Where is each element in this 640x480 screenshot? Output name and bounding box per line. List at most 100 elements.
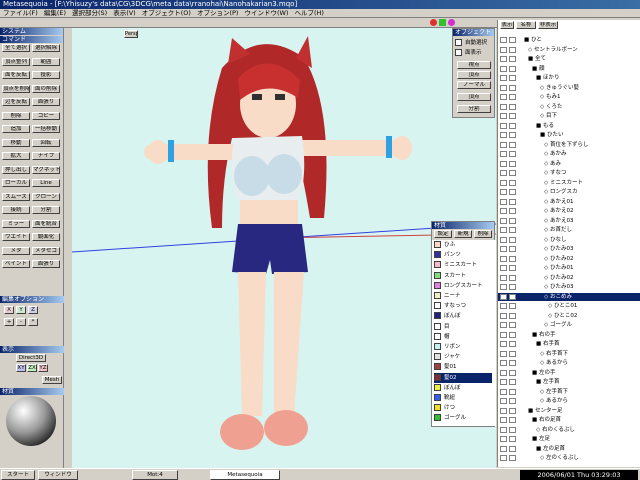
visibility-checkbox[interactable] bbox=[500, 170, 507, 176]
material-item[interactable]: 靴紐 bbox=[434, 393, 492, 403]
option-b[interactable]: - bbox=[16, 318, 26, 326]
material-item[interactable]: 帽 bbox=[434, 332, 492, 342]
viewport-mode-label[interactable]: Persp bbox=[124, 30, 138, 38]
lock-checkbox[interactable] bbox=[509, 179, 516, 186]
visibility-checkbox[interactable] bbox=[500, 132, 507, 138]
command-button-0[interactable]: 全て選択 bbox=[2, 44, 30, 52]
lock-checkbox[interactable] bbox=[509, 379, 516, 385]
lock-checkbox[interactable] bbox=[509, 84, 516, 91]
lock-checkbox[interactable] bbox=[509, 407, 516, 414]
command-button-16[interactable]: 拡大 bbox=[2, 152, 30, 160]
menu-item-7[interactable]: ヘルプ(H) bbox=[291, 9, 326, 18]
menu-item-2[interactable]: 選択部分(S) bbox=[69, 9, 110, 18]
command-button-21[interactable]: Line bbox=[32, 179, 60, 187]
lock-checkbox[interactable] bbox=[509, 132, 516, 138]
display-xy[interactable]: XY bbox=[16, 364, 26, 372]
tree-row[interactable]: ◇ 目下 bbox=[498, 112, 640, 120]
tree-row[interactable]: ◇ ゴーグル bbox=[498, 321, 640, 329]
visibility-checkbox[interactable] bbox=[500, 227, 507, 233]
lock-checkbox[interactable] bbox=[509, 236, 516, 243]
lock-checkbox[interactable] bbox=[509, 122, 516, 129]
magenta-shape-icon[interactable] bbox=[448, 19, 455, 26]
material-item[interactable]: リボン bbox=[434, 342, 492, 352]
menu-item-4[interactable]: オブジェクト(O) bbox=[139, 9, 194, 18]
visibility-checkbox[interactable] bbox=[500, 75, 507, 81]
visibility-checkbox[interactable] bbox=[500, 246, 507, 252]
material-item[interactable]: ジャケ bbox=[434, 352, 492, 362]
lock-checkbox[interactable] bbox=[509, 56, 516, 62]
visibility-checkbox[interactable] bbox=[500, 236, 507, 243]
visibility-checkbox[interactable] bbox=[500, 284, 507, 290]
task-window[interactable]: ウィンドウ bbox=[38, 470, 78, 480]
visibility-checkbox[interactable] bbox=[500, 141, 507, 148]
command-button-22[interactable]: スムーズ bbox=[2, 192, 30, 201]
command-button-12[interactable]: 追加 bbox=[2, 125, 30, 133]
lock-checkbox[interactable] bbox=[509, 170, 516, 176]
material-item[interactable]: すなっつ bbox=[434, 301, 492, 311]
visibility-checkbox[interactable] bbox=[500, 341, 507, 347]
lock-checkbox[interactable] bbox=[509, 246, 516, 252]
lock-checkbox[interactable] bbox=[509, 426, 516, 433]
lock-checkbox[interactable] bbox=[509, 46, 516, 53]
tree-row[interactable]: ■ ほかり bbox=[498, 74, 640, 82]
command-button-18[interactable]: 押し出し bbox=[2, 165, 30, 174]
command-button-3[interactable]: 範囲 bbox=[32, 57, 60, 66]
visibility-checkbox[interactable] bbox=[500, 160, 507, 167]
face-display-toggle[interactable]: 面表示 bbox=[455, 49, 495, 57]
tree-row[interactable]: ◇ ひなし bbox=[498, 236, 640, 244]
visibility-checkbox[interactable] bbox=[500, 179, 507, 186]
tree-row[interactable]: ◇ ひたみ01 bbox=[498, 264, 640, 272]
command-button-19[interactable]: マグネット bbox=[32, 165, 60, 174]
lock-checkbox[interactable] bbox=[509, 445, 516, 452]
tree-row[interactable]: ◇ あみ bbox=[498, 160, 640, 168]
tree-row[interactable]: ■ 右の手 bbox=[498, 331, 640, 339]
lock-checkbox[interactable] bbox=[509, 255, 516, 262]
option-a[interactable]: + bbox=[4, 318, 14, 326]
lock-checkbox[interactable] bbox=[509, 37, 516, 43]
tree-row[interactable]: ◇ ミニスカート bbox=[498, 179, 640, 187]
material-tab-settings[interactable]: 設定 bbox=[434, 230, 452, 238]
command-button-24[interactable]: 接続 bbox=[2, 206, 30, 214]
visibility-checkbox[interactable] bbox=[500, 398, 507, 404]
command-button-26[interactable]: ミラー bbox=[2, 219, 30, 228]
visibility-checkbox[interactable] bbox=[500, 65, 507, 72]
tree-row[interactable]: ■ 左の足首 bbox=[498, 445, 640, 453]
command-button-8[interactable]: 辺を反転 bbox=[2, 98, 30, 106]
display-zx[interactable]: ZX bbox=[27, 364, 37, 372]
tree-row[interactable]: ■ 右手首 bbox=[498, 340, 640, 348]
material-item[interactable]: ぼんぼ bbox=[434, 383, 492, 393]
lock-checkbox[interactable] bbox=[509, 75, 516, 81]
tree-row[interactable]: ■ 左手首 bbox=[498, 378, 640, 386]
tree-row[interactable]: ◇ 首位を下ずらし bbox=[498, 141, 640, 149]
lock-checkbox[interactable] bbox=[509, 208, 516, 214]
command-button-30[interactable]: メタ bbox=[2, 246, 30, 255]
display-yz[interactable]: YZ bbox=[38, 364, 48, 372]
tree-row[interactable]: ◇ ひたみ02 bbox=[498, 274, 640, 282]
command-button-10[interactable]: 削除 bbox=[2, 111, 30, 120]
option-c[interactable]: * bbox=[28, 318, 38, 326]
lock-checkbox[interactable] bbox=[509, 360, 516, 366]
visibility-checkbox[interactable] bbox=[500, 369, 507, 376]
tree-row[interactable]: ◇ ひたみ03 bbox=[498, 283, 640, 291]
command-button-32[interactable]: ペイント bbox=[2, 260, 30, 268]
tree-row[interactable]: ■ もる bbox=[498, 122, 640, 130]
visibility-checkbox[interactable] bbox=[500, 426, 507, 433]
material-tab-delete[interactable]: 削除 bbox=[474, 230, 492, 238]
tree-row[interactable]: ◇ あかみ bbox=[498, 150, 640, 158]
display-direct3d[interactable]: Direct3D bbox=[16, 354, 46, 362]
tree-row[interactable]: ■ 右の足首 bbox=[498, 416, 640, 424]
tree-row[interactable]: ◇ ロングスカ bbox=[498, 188, 640, 196]
tree-row[interactable]: ■ 左足 bbox=[498, 435, 640, 443]
material-item[interactable]: ロングスカート bbox=[434, 281, 492, 291]
tree-row[interactable]: ◇ きゅうぐい髪 bbox=[498, 84, 640, 92]
tree-row[interactable]: ■ 顔 bbox=[498, 65, 640, 73]
visibility-checkbox[interactable] bbox=[500, 189, 507, 195]
material-tab-new[interactable]: 新規 bbox=[454, 230, 472, 238]
tree-row[interactable]: ◇ 左のくるぶし bbox=[498, 454, 640, 462]
visibility-checkbox[interactable] bbox=[500, 56, 507, 62]
menu-item-5[interactable]: オプション(P) bbox=[194, 9, 242, 18]
command-button-23[interactable]: クローン bbox=[32, 192, 60, 201]
option-x[interactable]: X bbox=[4, 306, 14, 314]
lock-checkbox[interactable] bbox=[509, 388, 516, 395]
tree-row[interactable]: ◇ ひたみ03 bbox=[498, 245, 640, 253]
